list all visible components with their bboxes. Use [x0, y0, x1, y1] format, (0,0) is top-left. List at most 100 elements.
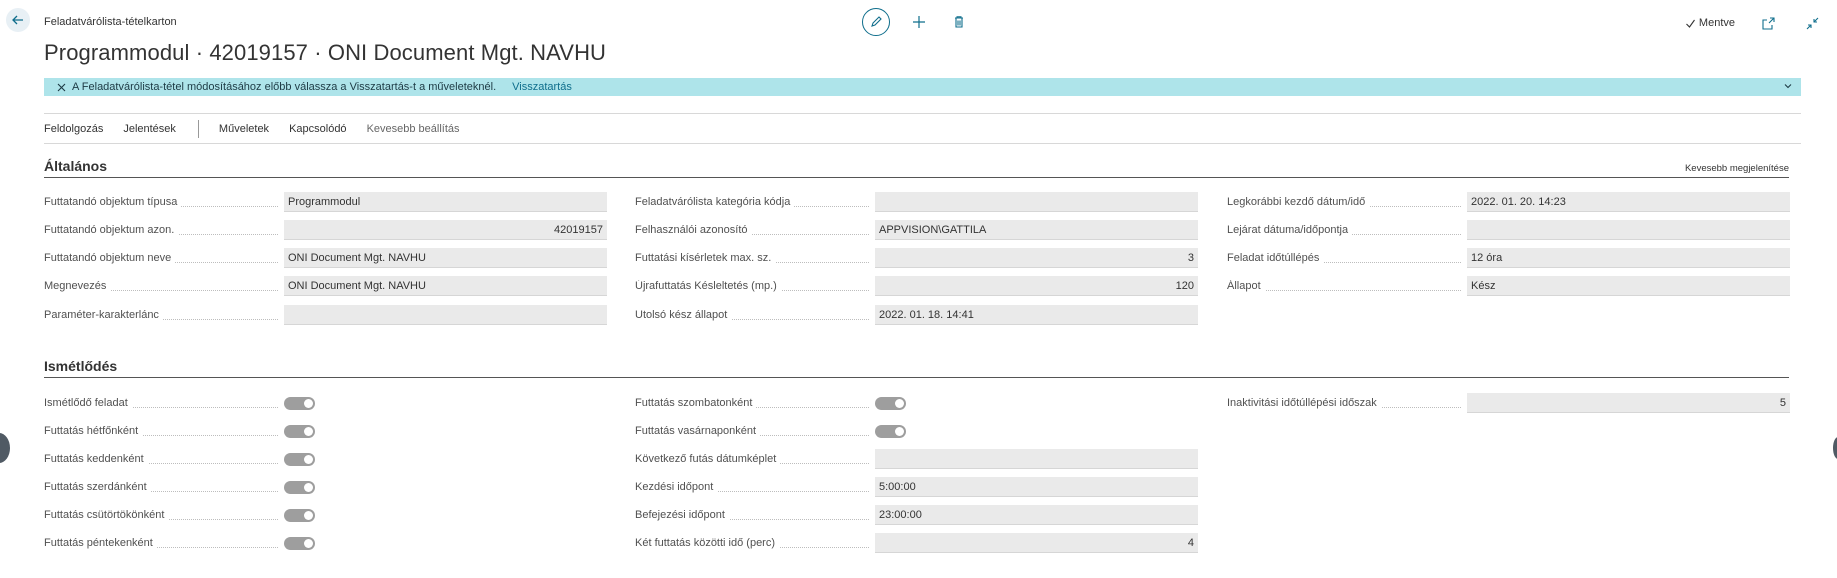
section-general-header: Általános Kevesebb megjelenítése	[44, 156, 1789, 178]
field-earliest-start: Legkorábbi kezdő dátum/idő 2022. 01. 20.…	[1227, 192, 1790, 212]
header-actions	[862, 8, 970, 36]
trash-icon	[955, 16, 963, 28]
menu-process[interactable]: Feldolgozás	[44, 123, 103, 135]
field-label: Legkorábbi kezdő dátum/idő	[1227, 196, 1370, 208]
field-run-wednesday: Futtatás szerdánként	[44, 477, 315, 497]
object-id-value[interactable]: 42019157	[284, 220, 607, 240]
delete-button[interactable]	[948, 11, 970, 33]
field-rerun-delay: Újrafuttatás Késleltetés (mp.) 120	[635, 276, 1198, 296]
field-label: Futtatási kísérletek max. sz.	[635, 252, 776, 264]
status-value[interactable]: Kész	[1467, 276, 1790, 296]
menu-related[interactable]: Kapcsolódó	[289, 123, 347, 135]
action-bar-divider	[197, 119, 199, 138]
field-label: Futtatandó objektum típusa	[44, 196, 182, 208]
field-label: Futtatás hétfőnként	[44, 425, 143, 437]
user-id-value[interactable]: APPVISION\GATTILA	[875, 220, 1198, 240]
field-label: Futtatandó objektum azon.	[44, 224, 179, 236]
earliest-start-value[interactable]: 2022. 01. 20. 14:23	[1467, 192, 1790, 212]
field-label: Futtatás vasárnaponként	[635, 425, 761, 437]
inactivity-timeout-value[interactable]: 5	[1467, 393, 1790, 413]
field-label: Futtatás szerdánként	[44, 481, 151, 493]
menu-actions[interactable]: Műveletek	[219, 123, 269, 135]
expand-banner-button[interactable]	[1783, 81, 1793, 94]
dismiss-banner-button[interactable]	[50, 83, 72, 92]
run-friday-toggle[interactable]	[284, 536, 315, 550]
job-timeout-value[interactable]: 12 óra	[1467, 248, 1790, 268]
field-user-id: Felhasználói azonosító APPVISION\GATTILA	[635, 220, 1198, 240]
parameter-string-value[interactable]	[284, 305, 607, 325]
run-thursday-toggle[interactable]	[284, 508, 315, 522]
field-label: Paraméter-karakterlánc	[44, 309, 163, 321]
field-run-saturday: Futtatás szombatonként	[635, 393, 906, 413]
last-ready-state-value[interactable]: 2022. 01. 18. 14:41	[875, 305, 1198, 325]
back-button[interactable]	[6, 8, 30, 32]
field-label: Futtatás keddenként	[44, 453, 148, 465]
run-wednesday-toggle[interactable]	[284, 480, 315, 494]
category-code-value[interactable]	[875, 192, 1198, 212]
field-category-code: Feladatvárólista kategória kódja	[635, 192, 1198, 212]
arrow-left-icon	[12, 15, 23, 25]
field-expiration: Lejárat dátuma/időpontja	[1227, 220, 1790, 240]
saved-status: Mentve	[1685, 17, 1735, 29]
object-type-value[interactable]: Programmodul	[284, 192, 607, 212]
run-saturday-toggle[interactable]	[875, 396, 906, 410]
end-time-value[interactable]: 23:00:00	[875, 505, 1198, 525]
collapse-button[interactable]	[1801, 12, 1823, 34]
field-label: Felhasználói azonosító	[635, 224, 752, 236]
field-last-ready-state: Utolsó kész állapot 2022. 01. 18. 14:41	[635, 305, 1198, 325]
field-label: Két futtatás közötti idő (perc)	[635, 537, 780, 549]
menu-reports[interactable]: Jelentések	[123, 123, 176, 135]
right-edge-handle[interactable]	[1833, 437, 1837, 459]
header-right-actions: Mentve	[1685, 12, 1823, 34]
object-name-value[interactable]: ONI Document Mgt. NAVHU	[284, 248, 607, 268]
field-run-monday: Futtatás hétfőnként	[44, 421, 315, 441]
run-monday-toggle[interactable]	[284, 424, 315, 438]
field-run-friday: Futtatás péntekenként	[44, 533, 315, 553]
run-sunday-toggle[interactable]	[875, 424, 906, 438]
field-label: Futtatás csütörtökönként	[44, 509, 169, 521]
section-recurrence-header: Ismétlődés	[44, 356, 1789, 378]
section-general-title[interactable]: Általános	[44, 158, 107, 174]
plus-icon	[913, 16, 925, 28]
field-object-type: Futtatandó objektum típusa Programmodul	[44, 192, 607, 212]
edit-button[interactable]	[862, 8, 890, 36]
description-value[interactable]: ONI Document Mgt. NAVHU	[284, 276, 607, 296]
max-attempts-value[interactable]: 3	[875, 248, 1198, 268]
field-label: Futtatandó objektum neve	[44, 252, 176, 264]
field-label: Feladatvárólista kategória kódja	[635, 196, 795, 208]
left-edge-handle[interactable]	[0, 433, 10, 463]
new-button[interactable]	[908, 11, 930, 33]
field-label: Lejárat dátuma/időpontja	[1227, 224, 1353, 236]
field-inactivity-timeout: Inaktivitási időtúllépési időszak 5	[1227, 393, 1790, 413]
next-run-formula-value[interactable]	[875, 449, 1198, 469]
close-icon	[57, 83, 65, 91]
field-run-tuesday: Futtatás keddenként	[44, 449, 315, 469]
field-status: Állapot Kész	[1227, 276, 1790, 296]
field-object-name: Futtatandó objektum neve ONI Document Mg…	[44, 248, 607, 268]
run-tuesday-toggle[interactable]	[284, 452, 315, 466]
field-label: Újrafuttatás Késleltetés (mp.)	[635, 280, 781, 292]
banner-message: A Feladatvárólista-tétel módosításához e…	[72, 81, 497, 93]
field-minutes-between-runs: Két futtatás közötti idő (perc) 4	[635, 533, 1198, 553]
rerun-delay-value[interactable]: 120	[875, 276, 1198, 296]
action-bar: Feldolgozás Jelentések Műveletek Kapcsol…	[44, 113, 1801, 144]
start-time-value[interactable]: 5:00:00	[875, 477, 1198, 497]
top-bar: Feladatvárólista-tételkarton Mentve	[0, 0, 1837, 40]
show-less-link[interactable]: Kevesebb megjelenítése	[1685, 163, 1789, 174]
field-object-id: Futtatandó objektum azon. 42019157	[44, 220, 607, 240]
checkmark-icon	[1686, 19, 1695, 28]
breadcrumb: Feladatvárólista-tételkarton	[44, 16, 177, 28]
field-label: Inaktivitási időtúllépési időszak	[1227, 397, 1381, 409]
open-new-window-button[interactable]	[1757, 12, 1779, 34]
info-banner: A Feladatvárólista-tétel módosításához e…	[44, 78, 1801, 96]
banner-hold-link[interactable]: Visszatartás	[512, 81, 572, 93]
minutes-between-runs-value[interactable]: 4	[875, 533, 1198, 553]
field-start-time: Kezdési időpont 5:00:00	[635, 477, 1198, 497]
menu-fewer-options[interactable]: Kevesebb beállítás	[367, 123, 460, 135]
field-label: Ismétlődő feladat	[44, 397, 132, 409]
section-recurrence-title[interactable]: Ismétlődés	[44, 358, 117, 374]
recurring-job-toggle[interactable]	[284, 396, 315, 410]
field-label: Állapot	[1227, 280, 1265, 292]
field-run-sunday: Futtatás vasárnaponként	[635, 421, 906, 441]
expiration-value[interactable]	[1467, 220, 1790, 240]
